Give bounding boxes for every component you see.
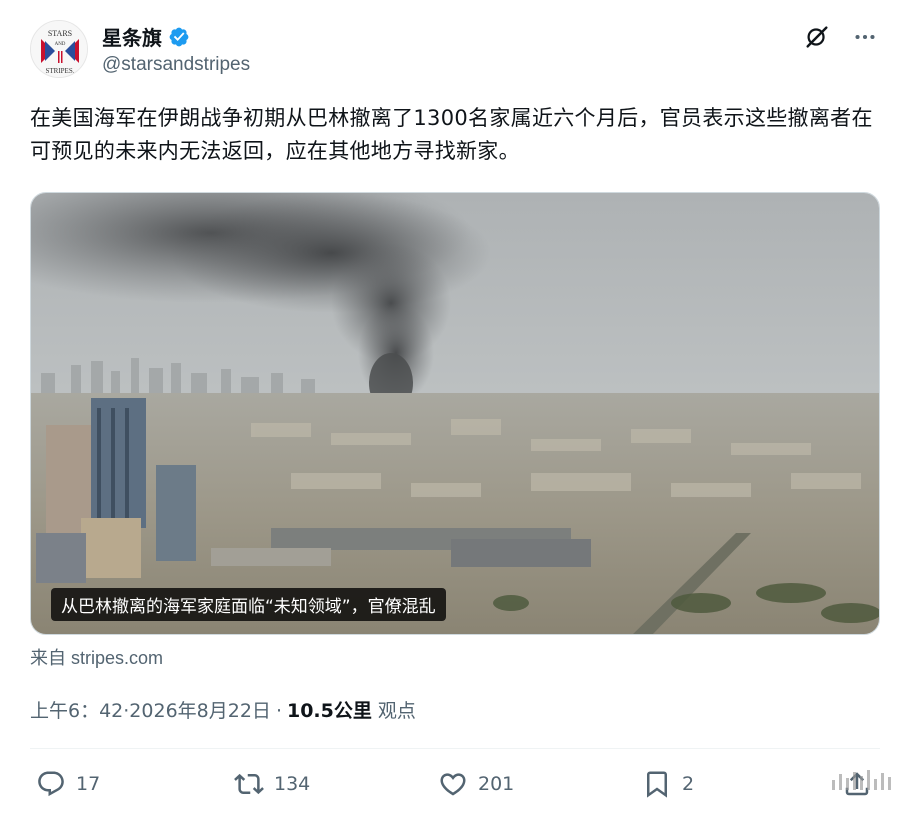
tweet-date[interactable]: ·2026年8月22日	[123, 696, 271, 723]
action-bar: 17 134 201 2	[30, 764, 880, 804]
reply-icon	[38, 771, 64, 797]
bookmark-button[interactable]: 2	[642, 764, 694, 804]
like-button[interactable]: 201	[438, 764, 514, 804]
bookmark-icon	[647, 771, 667, 798]
avatar[interactable]: STARS AND STRIPES.	[30, 20, 88, 78]
media-caption[interactable]: 从巴林撤离的海军家庭面临“未知领域”，官僚混乱	[51, 588, 446, 621]
media-image	[31, 193, 879, 634]
name-row: 星条旗	[102, 22, 190, 51]
reply-count: 17	[76, 773, 101, 795]
repost-count: 134	[274, 773, 311, 795]
repost-icon	[234, 773, 264, 795]
account-handle[interactable]: @starsandstripes	[102, 54, 250, 76]
meta-separator: ·	[275, 700, 282, 722]
tweet-time[interactable]: 上午6：42	[30, 696, 123, 723]
more-options-icon[interactable]	[850, 22, 880, 52]
reply-button[interactable]: 17	[36, 764, 100, 804]
source-prefix: 来自	[30, 648, 66, 669]
bookmark-count: 2	[682, 773, 695, 795]
tweet-header: STARS AND STRIPES. 星条旗 @starsandstripes	[30, 20, 880, 80]
verified-badge-icon	[169, 27, 189, 46]
like-count: 201	[478, 773, 515, 795]
grok-icon[interactable]	[802, 22, 832, 52]
header-actions	[802, 22, 880, 52]
display-name[interactable]: 星条旗	[102, 22, 162, 51]
tweet-meta: 上午6：42 ·2026年8月22日 · 10.5公里 观点	[30, 696, 416, 723]
heart-icon	[440, 773, 466, 796]
views-count: 10.5公里	[286, 700, 372, 722]
repost-button[interactable]: 134	[234, 764, 310, 804]
tweet-text: 在美国海军在伊朗战争初期从巴林撤离了1300名家属近六个月后，官员表示这些撤离者…	[30, 106, 873, 163]
link-source[interactable]: 来自 stripes.com	[30, 644, 163, 670]
watermark-bars	[832, 770, 891, 790]
svg-text:AND: AND	[55, 42, 66, 47]
tweet-media-card[interactable]: 从巴林撤离的海军家庭面临“未知领域”，官僚混乱	[30, 192, 880, 635]
divider	[30, 748, 880, 749]
svg-text:STRIPES.: STRIPES.	[46, 67, 75, 75]
views-label: 观点	[377, 700, 416, 722]
svg-text:STARS: STARS	[48, 29, 72, 38]
stars-and-stripes-logo: STARS AND STRIPES.	[31, 21, 87, 77]
source-domain[interactable]: stripes.com	[71, 648, 163, 668]
